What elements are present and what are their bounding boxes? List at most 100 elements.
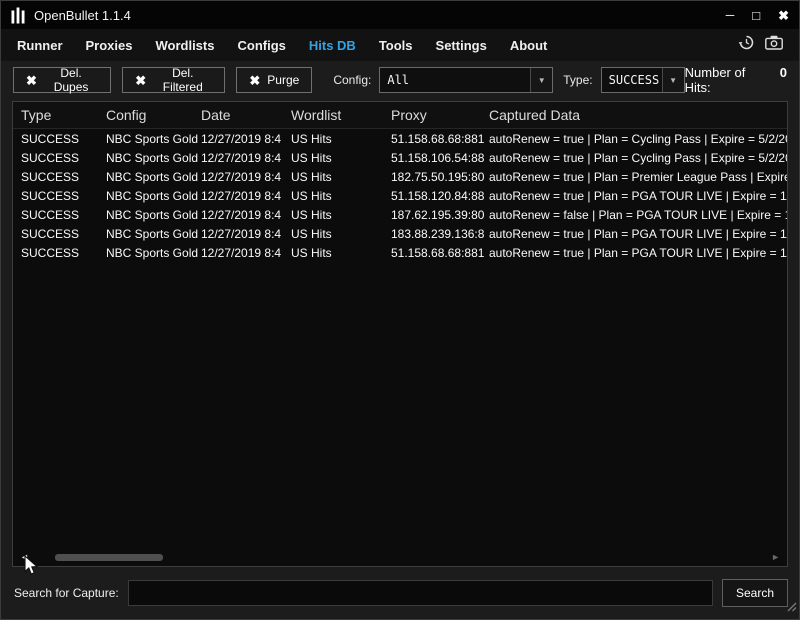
delete-dupes-button[interactable]: ✖ Del. Dupes <box>13 67 111 93</box>
search-button[interactable]: Search <box>722 579 788 607</box>
menu-item-hits-db[interactable]: Hits DB <box>309 38 356 53</box>
cell-proxy: 182.75.50.195:80 <box>391 170 489 184</box>
camera-icon[interactable] <box>765 35 783 55</box>
cell-captured-data: autoRenew = true | Plan = PGA TOUR LIVE … <box>489 189 787 203</box>
table-header-row: Type Config Date Wordlist Proxy Captured… <box>13 102 787 129</box>
hits-counter-label: Number of Hits: <box>685 65 768 95</box>
menu-item-configs[interactable]: Configs <box>237 38 285 53</box>
config-filter-label: Config: <box>333 73 371 87</box>
cell-config: NBC Sports Gold <box>106 208 201 222</box>
delete-dupes-label: Del. Dupes <box>44 66 98 94</box>
main-menu: Runner Proxies Wordlists Configs Hits DB… <box>1 29 799 61</box>
cell-captured-data: autoRenew = true | Plan = PGA TOUR LIVE … <box>489 227 787 241</box>
chevron-down-icon[interactable]: ▼ <box>530 68 552 92</box>
column-header-type[interactable]: Type <box>21 107 106 123</box>
cell-date: 12/27/2019 8:4 <box>201 132 291 146</box>
table-row[interactable]: SUCCESS NBC Sports Gold 12/27/2019 8:4 U… <box>13 224 787 243</box>
cell-wordlist: US Hits <box>291 227 391 241</box>
maximize-button[interactable]: □ <box>752 9 760 22</box>
cell-type: SUCCESS <box>21 151 106 165</box>
type-filter-dropdown[interactable]: SUCCESS ▼ <box>601 67 685 93</box>
cell-config: NBC Sports Gold <box>106 132 201 146</box>
column-header-captured-data[interactable]: Captured Data <box>489 107 787 123</box>
table-row[interactable]: SUCCESS NBC Sports Gold 12/27/2019 8:4 U… <box>13 186 787 205</box>
cell-captured-data: autoRenew = true | Plan = Cycling Pass |… <box>489 132 787 146</box>
cell-proxy: 51.158.106.54:88 <box>391 151 489 165</box>
horizontal-scrollbar[interactable]: ◄ ► <box>13 549 787 566</box>
minimize-button[interactable]: ─ <box>726 9 735 21</box>
cell-type: SUCCESS <box>21 132 106 146</box>
window-title: OpenBullet 1.1.4 <box>34 8 131 23</box>
scrollbar-thumb[interactable] <box>55 554 163 561</box>
cell-type: SUCCESS <box>21 189 106 203</box>
resize-grip[interactable] <box>786 599 797 617</box>
delete-icon: ✖ <box>26 74 37 87</box>
cell-type: SUCCESS <box>21 208 106 222</box>
column-header-date[interactable]: Date <box>201 107 291 123</box>
cell-date: 12/27/2019 8:4 <box>201 246 291 260</box>
delete-filtered-button[interactable]: ✖ Del. Filtered <box>122 67 225 93</box>
purge-button[interactable]: ✖ Purge <box>236 67 312 93</box>
column-header-config[interactable]: Config <box>106 107 201 123</box>
search-input[interactable] <box>128 580 713 606</box>
cell-wordlist: US Hits <box>291 170 391 184</box>
window-controls: ─ □ ✖ <box>726 9 789 22</box>
chevron-down-icon[interactable]: ▼ <box>662 68 684 92</box>
cell-proxy: 51.158.120.84:88 <box>391 189 489 203</box>
table-row[interactable]: SUCCESS NBC Sports Gold 12/27/2019 8:4 U… <box>13 148 787 167</box>
menu-item-proxies[interactable]: Proxies <box>86 38 133 53</box>
cell-wordlist: US Hits <box>291 151 391 165</box>
cell-wordlist: US Hits <box>291 246 391 260</box>
type-filter-value: SUCCESS <box>602 68 662 92</box>
close-button[interactable]: ✖ <box>778 9 789 22</box>
cell-wordlist: US Hits <box>291 189 391 203</box>
cell-date: 12/27/2019 8:4 <box>201 208 291 222</box>
cell-config: NBC Sports Gold <box>106 227 201 241</box>
openbullet-logo-icon <box>11 7 25 24</box>
hits-table: Type Config Date Wordlist Proxy Captured… <box>12 101 788 567</box>
cell-captured-data: autoRenew = false | Plan = PGA TOUR LIVE… <box>489 208 787 222</box>
cell-type: SUCCESS <box>21 170 106 184</box>
cell-date: 12/27/2019 8:4 <box>201 227 291 241</box>
hits-count-value: 0 <box>780 65 787 80</box>
cell-config: NBC Sports Gold <box>106 170 201 184</box>
scroll-right-arrow-icon[interactable]: ► <box>771 553 780 562</box>
scroll-left-arrow-icon[interactable]: ◄ <box>20 553 29 562</box>
menu-item-tools[interactable]: Tools <box>379 38 413 53</box>
type-filter-label: Type: <box>563 73 592 87</box>
column-header-proxy[interactable]: Proxy <box>391 107 489 123</box>
cell-captured-data: autoRenew = true | Plan = Premier League… <box>489 170 787 184</box>
delete-filtered-label: Del. Filtered <box>153 66 212 94</box>
cell-proxy: 183.88.239.136:8 <box>391 227 489 241</box>
hits-counter: Number of Hits: 0 <box>685 65 787 95</box>
table-row[interactable]: SUCCESS NBC Sports Gold 12/27/2019 8:4 U… <box>13 243 787 262</box>
cell-wordlist: US Hits <box>291 208 391 222</box>
purge-label: Purge <box>267 73 299 87</box>
menubar-icons <box>738 34 783 56</box>
search-label: Search for Capture: <box>14 586 119 600</box>
table-row[interactable]: SUCCESS NBC Sports Gold 12/27/2019 8:4 U… <box>13 205 787 224</box>
cell-proxy: 51.158.68.68:881 <box>391 246 489 260</box>
delete-icon: ✖ <box>249 74 260 87</box>
table-row[interactable]: SUCCESS NBC Sports Gold 12/27/2019 8:4 U… <box>13 129 787 148</box>
history-icon[interactable] <box>738 34 755 56</box>
cell-wordlist: US Hits <box>291 132 391 146</box>
cell-type: SUCCESS <box>21 227 106 241</box>
capture-search-bar: Search for Capture: Search <box>1 571 799 619</box>
menu-item-wordlists[interactable]: Wordlists <box>155 38 214 53</box>
cell-config: NBC Sports Gold <box>106 189 201 203</box>
cell-date: 12/27/2019 8:4 <box>201 151 291 165</box>
menu-item-about[interactable]: About <box>510 38 548 53</box>
menu-item-settings[interactable]: Settings <box>436 38 487 53</box>
table-row[interactable]: SUCCESS NBC Sports Gold 12/27/2019 8:4 U… <box>13 167 787 186</box>
openbullet-window: OpenBullet 1.1.4 ─ □ ✖ Runner Proxies Wo… <box>0 0 800 620</box>
cell-date: 12/27/2019 8:4 <box>201 189 291 203</box>
title-bar[interactable]: OpenBullet 1.1.4 ─ □ ✖ <box>1 1 799 29</box>
config-filter-dropdown[interactable]: All ▼ <box>379 67 553 93</box>
cell-config: NBC Sports Gold <box>106 151 201 165</box>
cell-date: 12/27/2019 8:4 <box>201 170 291 184</box>
column-header-wordlist[interactable]: Wordlist <box>291 107 391 123</box>
hits-toolbar: ✖ Del. Dupes ✖ Del. Filtered ✖ Purge Con… <box>1 61 799 99</box>
menu-item-runner[interactable]: Runner <box>17 38 63 53</box>
cell-proxy: 51.158.68.68:881 <box>391 132 489 146</box>
